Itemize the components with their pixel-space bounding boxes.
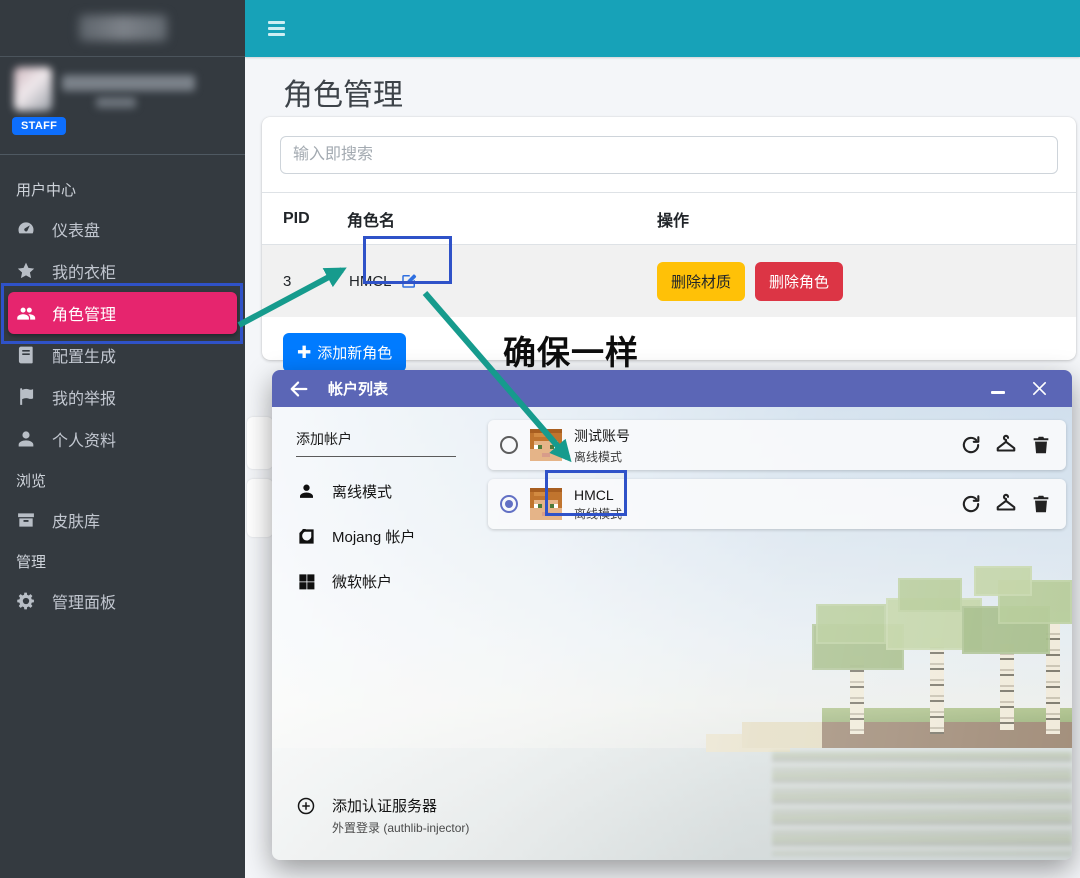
sidebar-item-my-reports[interactable]: 我的举报 (0, 376, 245, 418)
brand-bar (0, 0, 245, 57)
sidebar-item-label: 皮肤库 (52, 508, 100, 532)
refresh-icon[interactable] (960, 434, 982, 456)
search-input[interactable] (280, 136, 1058, 174)
add-character-button[interactable]: ✚ 添加新角色 (283, 333, 406, 372)
user-subtext-blurred (96, 97, 136, 108)
hmcl-account-window: 帐户列表 (272, 370, 1072, 860)
sidebar-item-label: 配置生成 (52, 343, 116, 367)
account-row-hmcl[interactable]: HMCL 离线模式 (488, 479, 1066, 529)
sidebar-item-config-generator[interactable]: 配置生成 (0, 334, 245, 376)
character-name-text: HMCL (349, 273, 392, 290)
skin-hanger-icon[interactable] (995, 434, 1017, 456)
add-auth-server-label: 添加认证服务器 (332, 795, 469, 816)
users-icon (14, 301, 38, 325)
plus-circle-icon (296, 796, 316, 816)
sidebar-item-label: 我的衣柜 (52, 259, 116, 283)
site-logo-blurred (79, 15, 167, 41)
minecraft-avatar (530, 429, 562, 461)
sidebar-item-closet[interactable]: 我的衣柜 (0, 250, 245, 292)
gear-icon (14, 589, 38, 613)
sidebar-section-admin: 管理 (0, 541, 245, 580)
close-icon[interactable] (1031, 380, 1048, 397)
delete-character-button[interactable]: 删除角色 (755, 262, 843, 301)
archive-icon (14, 508, 38, 532)
account-type: 离线模式 (574, 505, 622, 522)
account-list: 测试账号 离线模式 (488, 420, 1066, 529)
radio-selected[interactable] (500, 495, 518, 513)
add-auth-server[interactable]: 添加认证服务器 外置登录 (authlib-injector) (296, 795, 469, 836)
delete-texture-button[interactable]: 删除材质 (657, 262, 745, 301)
add-auth-server-subtitle: 外置登录 (authlib-injector) (332, 819, 469, 836)
sidebar-item-dashboard[interactable]: 仪表盘 (0, 208, 245, 250)
table-header-row: PID 角色名 操作 (262, 193, 1076, 245)
user-panel: STAFF (0, 57, 245, 155)
edit-icon[interactable] (400, 272, 418, 290)
add-account-header: 添加帐户 (296, 429, 456, 457)
menu-item-label: 离线模式 (332, 481, 392, 502)
person-icon (296, 482, 316, 502)
username-blurred (62, 75, 195, 91)
minecraft-avatar (530, 488, 562, 520)
refresh-icon[interactable] (960, 493, 982, 515)
menu-item-microsoft-account[interactable]: 微软帐户 (296, 571, 472, 592)
account-row-test[interactable]: 测试账号 离线模式 (488, 420, 1066, 470)
user-icon (14, 427, 38, 451)
background-card-edge (247, 479, 273, 537)
sidebar-item-label: 仪表盘 (52, 217, 100, 241)
account-name: 测试账号 (574, 426, 630, 446)
skin-hanger-icon[interactable] (995, 493, 1017, 515)
background-card-edge (247, 417, 273, 469)
window-title: 帐户列表 (328, 378, 388, 399)
hamburger-menu-icon[interactable] (268, 21, 285, 39)
book-icon (14, 343, 38, 367)
table-header-actions: 操作 (657, 207, 1076, 231)
account-type: 离线模式 (574, 448, 630, 465)
page-title: 角色管理 (283, 70, 403, 114)
sidebar-item-label: 管理面板 (52, 589, 116, 613)
sidebar-item-label: 我的举报 (52, 385, 116, 409)
top-navbar (245, 0, 1080, 57)
delete-icon[interactable] (1030, 434, 1052, 456)
avatar (14, 67, 52, 111)
table-row: 3 HMCL 删除材质 删除角色 (262, 245, 1076, 317)
cell-pid: 3 (262, 273, 347, 290)
account-name: HMCL (574, 487, 622, 503)
menu-item-mojang-account[interactable]: Mojang 帐户 (296, 526, 472, 547)
add-account-menu: 添加帐户 离线模式 Mojang 帐户 微软帐户 (296, 429, 472, 592)
gauge-icon (14, 217, 38, 241)
sidebar-item-admin-panel[interactable]: 管理面板 (0, 580, 245, 622)
menu-item-label: 微软帐户 (332, 571, 392, 592)
back-arrow-icon[interactable] (288, 377, 312, 401)
sidebar-item-skin-library[interactable]: 皮肤库 (0, 499, 245, 541)
sidebar-section-browse: 浏览 (0, 460, 245, 499)
minimize-button[interactable] (991, 382, 1005, 396)
sidebar-nav: 用户中心 仪表盘 我的衣柜 角色管理 配置生成 (0, 155, 245, 622)
cell-character-name: HMCL (347, 262, 426, 300)
character-table-card: PID 角色名 操作 3 HMCL 删除材质 删除角色 ✚ 添加新角色 (262, 117, 1076, 360)
window-titlebar: 帐户列表 (272, 370, 1072, 407)
sidebar-item-label: 角色管理 (52, 301, 116, 325)
table-header-name: 角色名 (347, 207, 657, 231)
sidebar-item-label: 个人资料 (52, 427, 116, 451)
plus-icon: ✚ (297, 344, 311, 361)
menu-item-label: Mojang 帐户 (332, 526, 415, 547)
menu-item-offline-mode[interactable]: 离线模式 (296, 481, 472, 502)
sidebar: STAFF 用户中心 仪表盘 我的衣柜 角色管理 配置 (0, 0, 245, 878)
status-badge: STAFF (12, 117, 66, 135)
delete-icon[interactable] (1030, 493, 1052, 515)
star-icon (14, 259, 38, 283)
mojang-icon (296, 527, 316, 547)
sidebar-item-character-management[interactable]: 角色管理 (8, 292, 237, 334)
sidebar-section-user-center: 用户中心 (0, 169, 245, 208)
add-character-label: 添加新角色 (317, 342, 392, 363)
sidebar-item-profile[interactable]: 个人资料 (0, 418, 245, 460)
table-header-pid: PID (262, 210, 347, 228)
flag-icon (14, 385, 38, 409)
radio-unselected[interactable] (500, 436, 518, 454)
microsoft-icon (296, 572, 316, 592)
annotation-text: 确保一样 (503, 326, 639, 374)
